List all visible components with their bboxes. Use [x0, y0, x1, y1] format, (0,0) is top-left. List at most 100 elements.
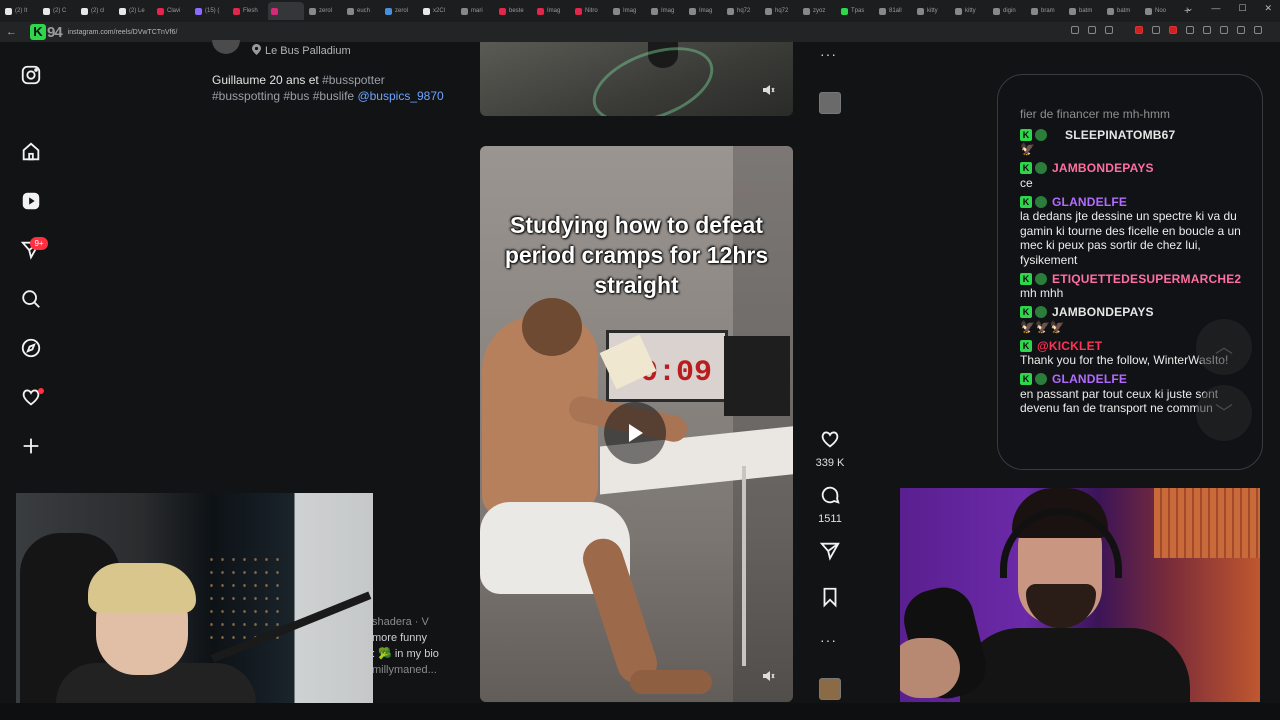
scroll-up-button[interactable]: ︿ [1196, 319, 1252, 375]
menu-icon[interactable] [1254, 26, 1262, 34]
tab-label: Imag [699, 8, 713, 14]
stream-chat-overlay: fier de financer me mh-hmm K SLEEPINATOMB… [997, 74, 1263, 470]
address-bar[interactable]: instagram.com/reels/DVwTCTnVf6/ [68, 29, 178, 36]
chat-message-text: ce [1020, 175, 1033, 190]
sidebar-icon[interactable] [1186, 26, 1194, 34]
play-icon [629, 424, 643, 442]
install-icon[interactable] [1071, 26, 1079, 34]
chat-username[interactable]: @KICKLET [1037, 339, 1102, 353]
search-icon[interactable] [20, 288, 42, 310]
instagram-logo-icon[interactable] [20, 64, 42, 86]
browser-tab[interactable]: Imag [648, 2, 684, 20]
browser-tab[interactable]: (2) C [40, 2, 76, 20]
audio-thumbnail[interactable] [819, 678, 841, 700]
browser-tab[interactable]: Imag [534, 2, 570, 20]
webcam-left [16, 493, 373, 703]
volume-icon[interactable] [761, 83, 775, 97]
extension-icon[interactable] [1152, 26, 1160, 34]
kick-badge-icon: K [1020, 339, 1032, 352]
zoom-icon[interactable] [1088, 26, 1096, 34]
explore-icon[interactable] [20, 337, 42, 359]
tab-favicon-icon [195, 7, 202, 15]
browser-tab[interactable]: beste [496, 2, 532, 20]
post-location[interactable]: Le Bus Palladium [252, 44, 351, 58]
minimize-button[interactable]: — [1211, 3, 1220, 14]
close-button[interactable]: ✕ [1264, 3, 1272, 14]
back-arrow-icon[interactable]: ← [6, 26, 20, 38]
browser-tab[interactable]: batm [1066, 2, 1102, 20]
more-options-icon[interactable]: ··· [820, 632, 837, 648]
chat-username[interactable]: GLANDELFE [1052, 195, 1127, 209]
previous-reel-video[interactable] [480, 42, 793, 116]
browser-tab[interactable]: digin [990, 2, 1026, 20]
browser-tab[interactable]: Nitro [572, 2, 608, 20]
browser-tab[interactable]: hq72 [762, 2, 798, 20]
share-icon[interactable] [819, 540, 841, 562]
caption-mention[interactable]: @buspics_9870 [357, 89, 443, 103]
browser-tab[interactable]: (15) ( [192, 2, 228, 20]
browser-tab[interactable]: Imag [610, 2, 646, 20]
comment-icon[interactable] [819, 484, 841, 506]
author-avatar[interactable] [212, 40, 240, 54]
browser-tab[interactable]: (2) Le [116, 2, 152, 20]
browser-tab[interactable]: Clavi [154, 2, 190, 20]
tab-search-icon[interactable]: ⌄ [1186, 3, 1194, 14]
record-extension-icon[interactable] [1169, 26, 1177, 34]
browser-tab[interactable]: euch [344, 2, 380, 20]
previous-audio-thumbnail[interactable] [819, 92, 841, 114]
home-icon[interactable] [20, 141, 42, 163]
adblock-icon[interactable] [1135, 26, 1143, 34]
comment-action[interactable]: 1511 [814, 484, 846, 525]
browser-tab[interactable]: bram [1028, 2, 1064, 20]
tab-favicon-icon [309, 7, 316, 15]
share-action[interactable] [814, 540, 846, 567]
browser-tab[interactable]: hq72 [724, 2, 760, 20]
chat-username[interactable]: ETIQUETTEDESUPERMARCHE2 [1052, 272, 1241, 286]
browser-tab[interactable]: Imag [686, 2, 722, 20]
chat-username[interactable]: SLEEPINATOMB67 [1065, 128, 1175, 142]
chat-username[interactable]: JAMBONDEPAYS [1052, 161, 1154, 175]
caption-hashtags[interactable]: #busspotting #bus #buslife [212, 89, 354, 103]
caption-hashtag[interactable]: #busspotter [322, 73, 385, 87]
browser-tab[interactable]: zerol [306, 2, 342, 20]
tab-label: batm [1079, 8, 1093, 14]
browser-tab[interactable]: batm [1104, 2, 1140, 20]
next-post-line: millymaned... [372, 664, 437, 676]
reel-video[interactable]: 0:09 Studying how to defeat period cramp… [480, 146, 793, 702]
previous-more-options-icon[interactable]: ··· [820, 46, 837, 62]
maximize-button[interactable]: ☐ [1238, 3, 1246, 14]
webcam-right [900, 488, 1260, 702]
browser-tab[interactable]: zyoz [800, 2, 836, 20]
tab-favicon-icon [879, 7, 886, 15]
browser-tab[interactable]: Noo [1142, 2, 1178, 20]
chat-username[interactable]: GLANDELFE [1052, 372, 1127, 386]
scroll-down-button[interactable]: ﹀ [1196, 385, 1252, 441]
browser-tab[interactable]: x2Cl [420, 2, 456, 20]
heart-icon[interactable] [819, 428, 841, 450]
profile-icon[interactable] [1237, 26, 1245, 34]
save-action[interactable] [814, 586, 846, 613]
chat-message-text: la dedans jte dessine un spectre ki va d… [1020, 209, 1241, 267]
create-plus-icon[interactable] [20, 435, 42, 457]
reels-icon[interactable] [20, 190, 42, 212]
bookmark-icon[interactable] [819, 586, 841, 608]
browser-tab[interactable] [268, 2, 304, 20]
next-post-author[interactable]: shadera · V [372, 614, 439, 630]
browser-tab[interactable]: Flesh [230, 2, 266, 20]
bookmark-star-icon[interactable] [1105, 26, 1113, 34]
browser-tab[interactable]: zerol [382, 2, 418, 20]
webcam-person-hand [900, 638, 960, 698]
browser-tab[interactable]: Tpas [838, 2, 874, 20]
download-icon[interactable] [1220, 26, 1228, 34]
play-button[interactable] [604, 402, 666, 464]
volume-icon[interactable] [761, 669, 775, 683]
browser-tab[interactable]: kitty [952, 2, 988, 20]
browser-tab[interactable]: kitty [914, 2, 950, 20]
browser-tab[interactable]: 81all [876, 2, 912, 20]
like-action[interactable]: 339 K [814, 428, 846, 469]
chat-username[interactable]: JAMBONDEPAYS [1052, 305, 1154, 319]
browser-tab[interactable]: (2) It [2, 2, 38, 20]
puzzle-icon[interactable] [1203, 26, 1211, 34]
browser-tab[interactable]: (2) cl [78, 2, 114, 20]
browser-tab[interactable]: mari [458, 2, 494, 20]
